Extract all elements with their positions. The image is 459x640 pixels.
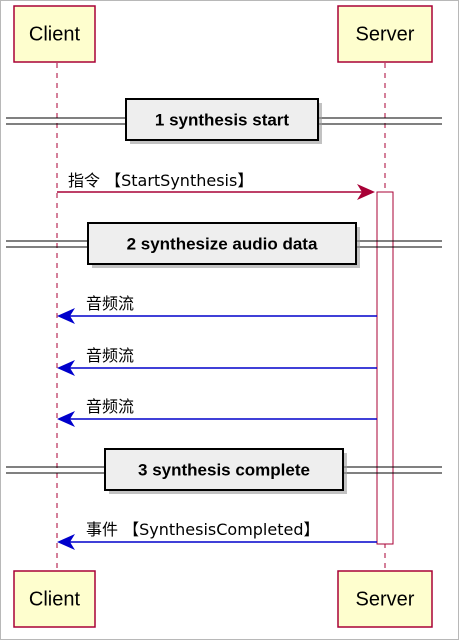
message-audio-stream-2-label: 音频流 <box>86 346 134 365</box>
participant-client-top-label: Client <box>29 23 81 45</box>
divider-synthesis-complete-label: 3 synthesis complete <box>138 460 310 479</box>
participant-client-bottom-label: Client <box>29 588 81 610</box>
message-synthesis-completed-label: 事件 【SynthesisCompleted】 <box>86 520 320 539</box>
participant-server-top: Server <box>337 5 433 63</box>
participant-server-bottom-label: Server <box>356 588 415 610</box>
participant-server-bottom: Server <box>337 570 433 628</box>
participant-client-top: Client <box>13 5 96 63</box>
divider-synthesize-audio-data-label: 2 synthesize audio data <box>127 234 318 253</box>
participant-client-bottom: Client <box>13 570 96 628</box>
message-start-synthesis-label: 指令 【StartSynthesis】 <box>68 171 253 190</box>
message-audio-stream-1-label: 音频流 <box>86 294 134 313</box>
divider-synthesis-start-label: 1 synthesis start <box>155 110 290 129</box>
sequence-diagram: Client Server Client Server 1 synthesis … <box>0 0 459 640</box>
message-audio-stream-3-label: 音频流 <box>86 397 134 416</box>
server-activation-bar <box>376 191 394 545</box>
participant-server-top-label: Server <box>356 23 415 45</box>
